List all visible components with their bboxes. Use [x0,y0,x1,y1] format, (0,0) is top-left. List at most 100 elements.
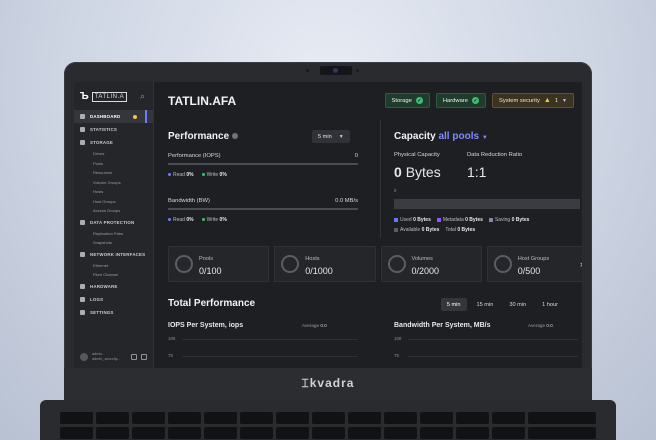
counter-value: 0/2000 [411,266,440,276]
metadata-swatch-icon [436,217,441,222]
info-icon[interactable] [232,133,239,140]
sidebar-item-network-interfaces[interactable]: Network interfaces [74,248,153,261]
capacity-pool-select[interactable]: all pools ▼ [438,131,487,142]
chart-icon [80,127,85,132]
sliders-icon[interactable] [131,354,137,360]
pools-counter[interactable]: Pools 0/100 [168,246,270,282]
keyboard-key [492,412,526,424]
keyboard-key [492,427,526,439]
sidebar-item-label: Settings [90,309,114,315]
tab-5-min[interactable]: 5 min [440,298,467,311]
sidebar-item-hardware[interactable]: Hardware [74,280,153,293]
sidebar-item-statistics[interactable]: Statistics [74,123,153,136]
sidebar-item-logs[interactable]: Logs [74,293,153,306]
hosts-counter[interactable]: Hosts 0/1000 [274,246,376,282]
bw-tick-75: 75 [394,353,399,358]
bandwidth-legend: Read 0% Write 0% [168,217,227,223]
keyboard-key [384,427,418,439]
keyboard-key [528,427,597,439]
data-reduction-value: 1:1 [467,164,487,180]
sidebar-subitem-snapshots[interactable]: Snapshots [74,238,153,248]
sidebar-subitem-pools[interactable]: Pools [74,159,153,169]
security-status-button[interactable]: System security ▲ 1 ▼ [491,93,574,108]
available-label: Available [400,227,421,233]
search-icon[interactable]: ⌕ [140,91,145,102]
bw-write-value: 0% [219,217,227,223]
available-swatch-icon [394,227,398,232]
collapse-sidebar-icon[interactable] [141,354,147,360]
iops-tick-100: 100 [168,336,176,341]
keyboard-key [60,427,94,439]
keyboard-key [240,412,274,424]
keyboard-key [384,412,418,424]
used-swatch-icon [394,217,398,222]
sidebar-subitem-access-groups[interactable]: Access Groups [74,206,153,216]
counter-value: 0/100 [199,266,222,276]
sidebar-item-label: Network interfaces [90,251,146,257]
sidebar-item-storage[interactable]: Storage [74,136,153,149]
sidebar-item-dashboard[interactable]: Dashboard [74,110,153,123]
iops-bar [168,163,358,165]
tab-30-min[interactable]: 30 min [503,298,532,311]
sidebar-subitem-drives[interactable]: Drives [74,149,153,159]
bandwidth-value: 0.0 MB/s [335,198,358,204]
bw-write-legend: Write 0% [201,217,227,223]
counter-value: 0/500 [517,266,541,276]
sensor-icon [356,69,359,72]
bandwidth-bar [168,208,358,210]
write-dot-icon [201,218,205,222]
sidebar-subitem-replication-pairs[interactable]: Replication Pairs [74,229,153,239]
counter-label: Host Groups [517,256,550,262]
server-icon [80,283,85,289]
logo-row: Ъ TATLIN.A ⌕ [74,82,153,110]
sidebar-item-settings[interactable]: Settings [74,306,153,319]
check-icon: ✓ [471,97,479,104]
iops-chart-average: Average 0.0 [302,323,327,328]
metadata-value: 0 Bytes [465,217,483,223]
tab-15-min[interactable]: 15 min [471,298,500,311]
iops-chart-title: IOPS Per System, iops [168,322,244,329]
volumes-counter[interactable]: Volumes 0/2000 [380,246,482,282]
host-groups-counter[interactable]: Host Groups 0/500 › [486,246,582,282]
counter-label: Pools [199,256,213,262]
panel-divider [380,120,381,238]
user-info: admin admin_security... [92,352,127,362]
tab-1-hour[interactable]: 1 hour [536,298,564,311]
keyboard-key [132,412,166,424]
keyboard-key [456,412,490,424]
write-dot-icon [201,173,205,177]
chevron-down-icon: ▼ [481,135,488,141]
available-value: 0 Bytes [421,227,440,233]
keyboard-key [276,427,310,439]
sidebar-subitem-ethernet[interactable]: Ethernet [74,261,153,271]
keyboard-key [528,412,597,424]
sidebar-subitem-host-groups[interactable]: Host Groups [74,197,153,207]
sidebar-subitem-volume-groups[interactable]: Volume Groups [74,178,153,188]
bw-gridline [408,356,578,357]
storage-status-button[interactable]: Storage ✓ [384,93,430,108]
sidebar-subitem-hosts[interactable]: Hosts [74,187,153,197]
performance-title: Performance [168,131,239,142]
list-icon [80,296,85,302]
sidebar-item-data-protection[interactable]: Data protection [74,216,153,229]
sidebar-subitem-fibre-channel[interactable]: Fibre Channel [74,270,153,280]
scroll-indicator [145,110,147,123]
used-label: Used [400,217,412,223]
write-label: Write [206,172,219,178]
iops-legend: Read 0% Write 0% [168,172,227,178]
keyboard-key [348,412,382,424]
counter-label: Hosts [305,256,320,262]
hardware-status-button[interactable]: Hardware ✓ [435,93,486,108]
keyboard-key [96,427,130,439]
physical-capacity-value: 0 Bytes [394,164,441,180]
keyboard-key [132,427,166,439]
iops-gridline [182,356,358,357]
chevron-right-icon[interactable]: › [580,259,582,269]
sidebar-subitem-resources[interactable]: Resources [74,168,153,178]
counter-label: Volumes [411,256,433,262]
warning-icon: ▲ [543,97,551,104]
keyboard-key [168,427,202,439]
ring-progress-icon [175,255,193,273]
avatar[interactable] [80,353,88,361]
performance-interval-select[interactable]: 5 min ▼ [312,130,350,143]
